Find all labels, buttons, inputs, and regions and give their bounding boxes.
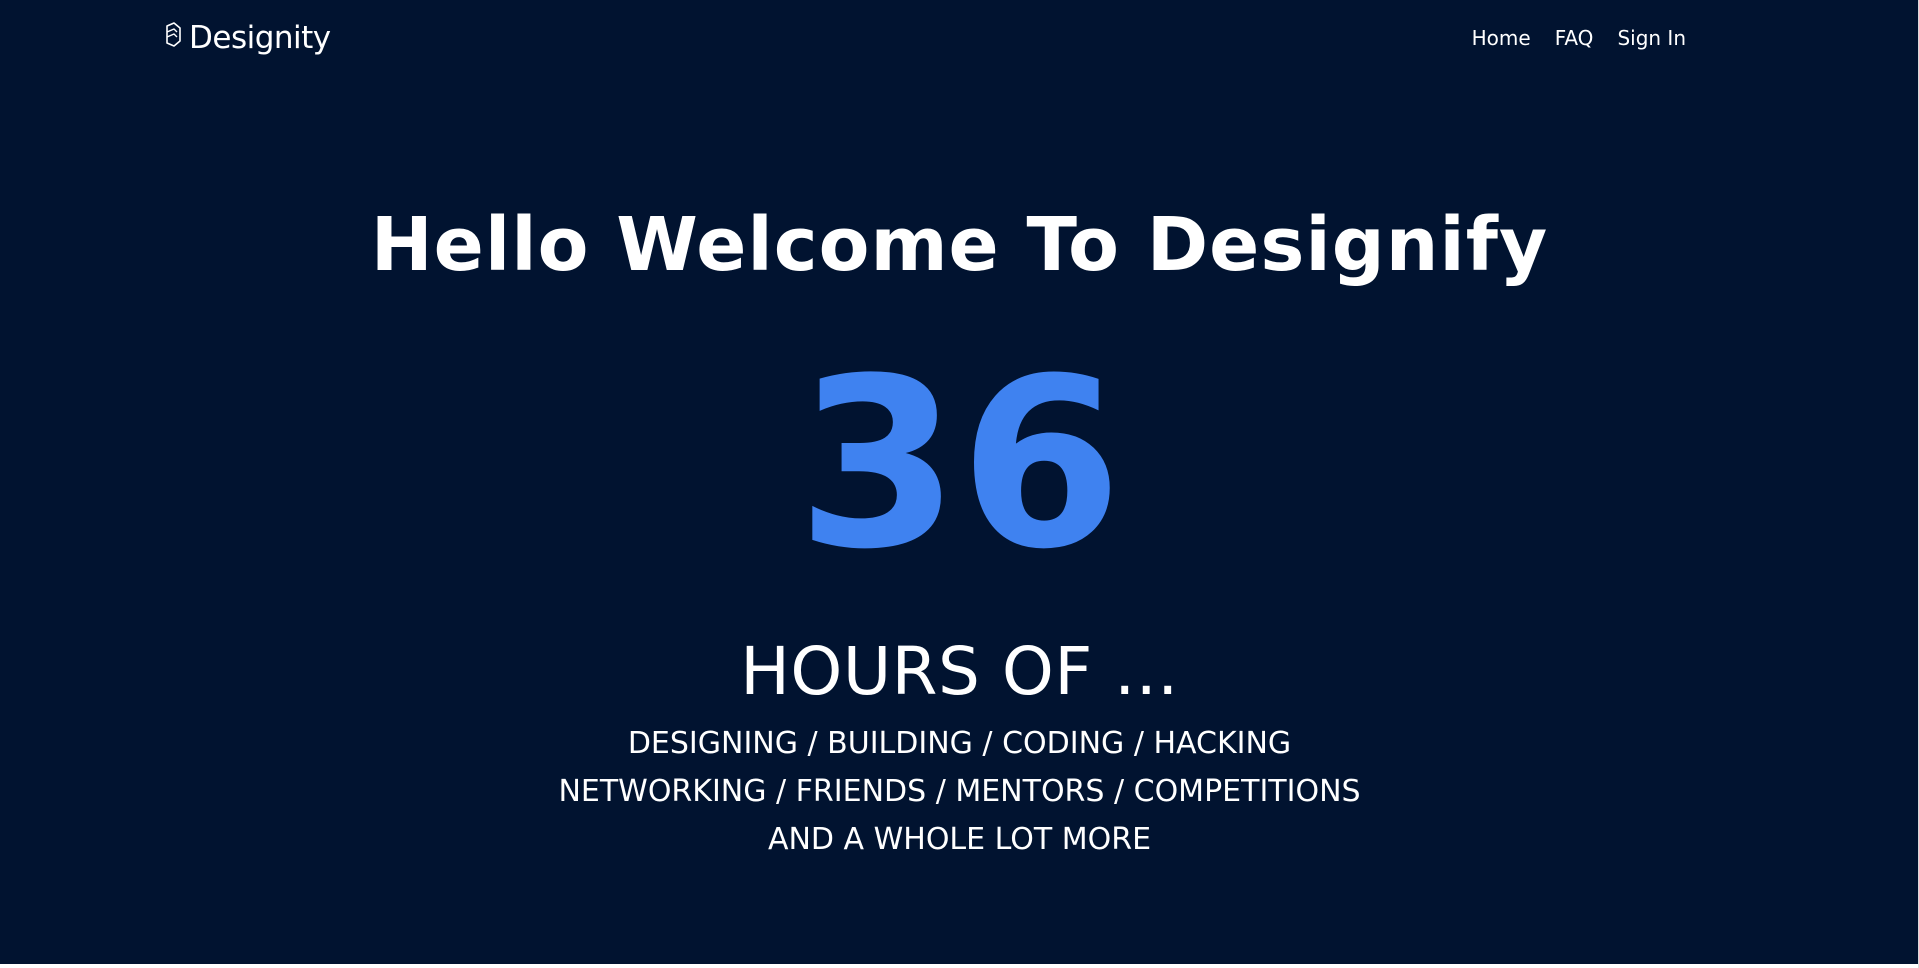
page: Designity Home FAQ Sign In Hello Welcome… [0, 0, 1919, 968]
designity-logo-icon [163, 21, 183, 55]
main-nav: Home FAQ Sign In [1472, 24, 1686, 52]
activities-list: DESIGNING / BUILDING / CODING / HACKING … [0, 720, 1919, 864]
hero-title: Hello Welcome To Designify [370, 202, 1549, 288]
hours-of-heading: HOURS OF ... [740, 633, 1179, 710]
logo-text: Designity [189, 20, 331, 56]
hours-counter: 36 [796, 329, 1123, 601]
nav-sign-in-link[interactable]: Sign In [1617, 24, 1686, 52]
activities-line-1: DESIGNING / BUILDING / CODING / HACKING [627, 726, 1292, 761]
activities-line-2: NETWORKING / FRIENDS / MENTORS / COMPETI… [558, 774, 1361, 809]
logo-link[interactable]: Designity [163, 14, 331, 62]
nav-home-link[interactable]: Home [1472, 24, 1531, 52]
nav-faq-link[interactable]: FAQ [1555, 24, 1594, 52]
hero-background: Designity Home FAQ Sign In Hello Welcome… [0, 0, 1919, 964]
activities-line-3: AND A WHOLE LOT MORE [767, 822, 1152, 857]
